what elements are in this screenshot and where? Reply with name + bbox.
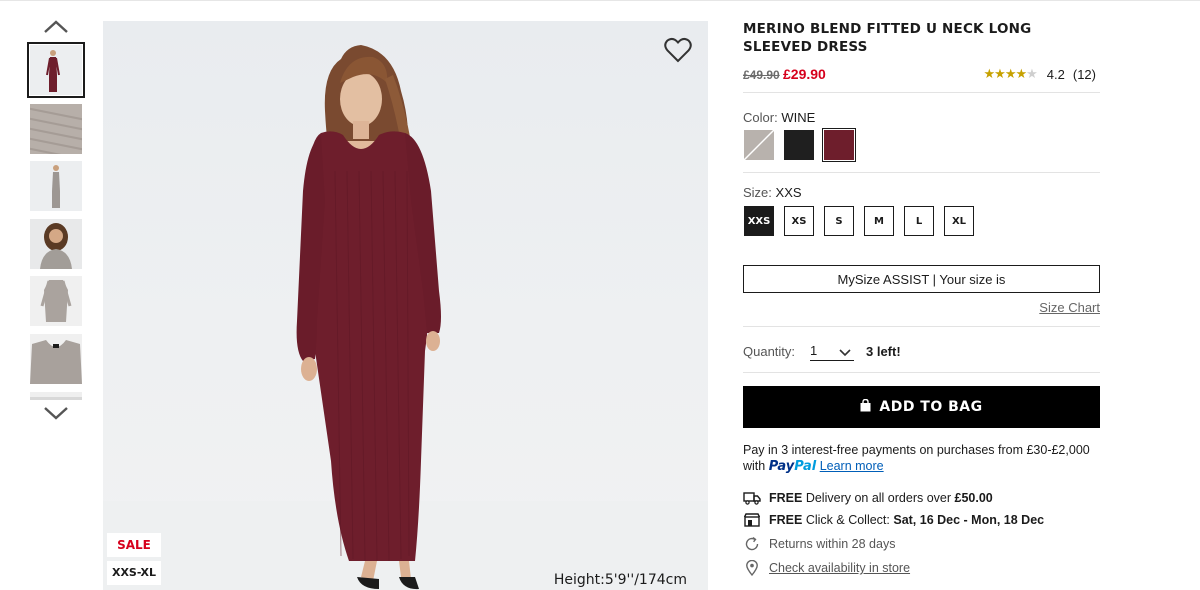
divider <box>743 372 1100 373</box>
color-label: Color: WINE <box>743 110 815 125</box>
size-option-xl[interactable]: XL <box>944 206 974 236</box>
thumbnail-6-neckline-detail[interactable] <box>30 334 82 384</box>
divider <box>743 326 1100 327</box>
check-availability-link[interactable]: Check availability in store <box>769 561 910 575</box>
learn-more-link[interactable]: Learn more <box>820 459 884 473</box>
thumbnail-1-wine-dress[interactable] <box>27 42 85 98</box>
top-divider <box>0 0 1200 1</box>
thumbnail-5-flat-dress[interactable] <box>30 276 82 326</box>
color-swatch-grey[interactable] <box>743 129 775 161</box>
size-option-xxs[interactable]: XXS <box>744 206 774 236</box>
paypal-line: Pay in 3 interest-free payments on purch… <box>743 443 1090 457</box>
thumbnail-down-arrow-icon[interactable] <box>42 404 70 422</box>
size-range-badge: XXS-XL <box>107 561 161 585</box>
size-label: Size: XXS <box>743 185 802 200</box>
quantity-select[interactable]: 1 <box>810 341 854 361</box>
model-height-caption: Height:5'9''/174cm <box>553 572 687 588</box>
rating-value: 4.2 <box>1046 66 1065 82</box>
thumbnail-4-model-closeup[interactable] <box>30 219 82 269</box>
store-icon <box>743 512 761 528</box>
color-swatch-black[interactable] <box>784 130 814 160</box>
collect-text: Click & Collect: <box>805 513 890 527</box>
paypal-logo: PayPal <box>769 459 816 474</box>
size-chart-link[interactable]: Size Chart <box>1039 300 1100 315</box>
thumbnail-strip <box>26 14 86 424</box>
paypal-installments-info: Pay in 3 interest-free payments on purch… <box>743 442 1100 475</box>
thumbnail-up-arrow-icon[interactable] <box>42 18 70 36</box>
location-pin-icon <box>743 560 761 576</box>
rating-stars-icon: ★★★★★ <box>983 66 1038 81</box>
size-option-l[interactable]: L <box>904 206 934 236</box>
main-product-image: SALE XXS-XL Height:5'9''/174cm <box>103 21 708 590</box>
delivery-truck-icon <box>743 490 761 506</box>
returns-icon <box>743 536 761 552</box>
product-details-panel: MERINO BLEND FITTED U NECK LONG SLEEVED … <box>743 20 1100 576</box>
wishlist-heart-icon[interactable] <box>664 37 692 63</box>
collect-free-label: FREE <box>769 513 803 527</box>
color-label-text: Color: <box>743 110 778 125</box>
size-label-text: Size: <box>743 185 772 200</box>
paypal-with: with <box>743 459 766 473</box>
product-title: MERINO BLEND FITTED U NECK LONG SLEEVED … <box>743 21 1032 55</box>
returns-row: Returns within 28 days <box>743 536 1100 552</box>
model-wearing-dress-illustration <box>103 45 708 590</box>
sale-price: £29.90 <box>783 66 826 82</box>
paypal-logo-pal: Pal <box>794 459 817 474</box>
original-price: £49.90 <box>743 68 780 82</box>
mysize-assist-button[interactable]: MySize ASSIST | Your size is <box>743 265 1100 293</box>
divider <box>743 92 1100 93</box>
review-count: (12) <box>1072 66 1096 82</box>
shopping-bag-icon <box>860 398 871 416</box>
add-to-bag-button[interactable]: ADD TO BAG <box>743 386 1100 428</box>
delivery-info-row: FREE Delivery on all orders over £50.00 <box>743 490 1100 506</box>
thumbnail-3-grey-dress[interactable] <box>30 161 82 211</box>
quantity-label: Quantity: <box>743 344 796 359</box>
chevron-down-icon <box>839 345 851 360</box>
rating[interactable]: ★★★★★ 4.2 (12) <box>984 66 1096 82</box>
size-option-m[interactable]: M <box>864 206 894 236</box>
add-to-bag-label: ADD TO BAG <box>879 399 983 415</box>
thumbnail-7-partial[interactable] <box>30 392 82 400</box>
color-swatch-wine[interactable] <box>822 128 856 162</box>
size-selected-value: XXS <box>775 185 802 200</box>
stock-remaining: 3 left! <box>866 344 901 359</box>
thumbnail-2-knit-texture[interactable] <box>30 104 82 154</box>
delivery-text: Delivery on all orders over <box>805 491 952 505</box>
size-option-s[interactable]: S <box>824 206 854 236</box>
collect-dates: Sat, 16 Dec - Mon, 18 Dec <box>893 513 1045 527</box>
delivery-threshold: £50.00 <box>954 491 993 505</box>
divider <box>743 172 1100 173</box>
quantity-value: 1 <box>810 343 818 358</box>
click-collect-row: FREE Click & Collect: Sat, 16 Dec - Mon,… <box>743 512 1100 528</box>
color-selected-value: WINE <box>781 110 816 125</box>
returns-text: Returns within 28 days <box>769 537 896 551</box>
store-availability-row: Check availability in store <box>743 560 1100 576</box>
price-rating-row: £49.90 £29.90 ★★★★★ 4.2 (12) <box>743 66 1100 84</box>
size-option-xs[interactable]: XS <box>784 206 814 236</box>
product-page: SALE XXS-XL Height:5'9''/174cm MERINO BL… <box>0 0 1200 590</box>
paypal-logo-pay: Pay <box>768 459 795 474</box>
sale-badge: SALE <box>107 533 161 557</box>
delivery-free-label: FREE <box>769 491 803 505</box>
